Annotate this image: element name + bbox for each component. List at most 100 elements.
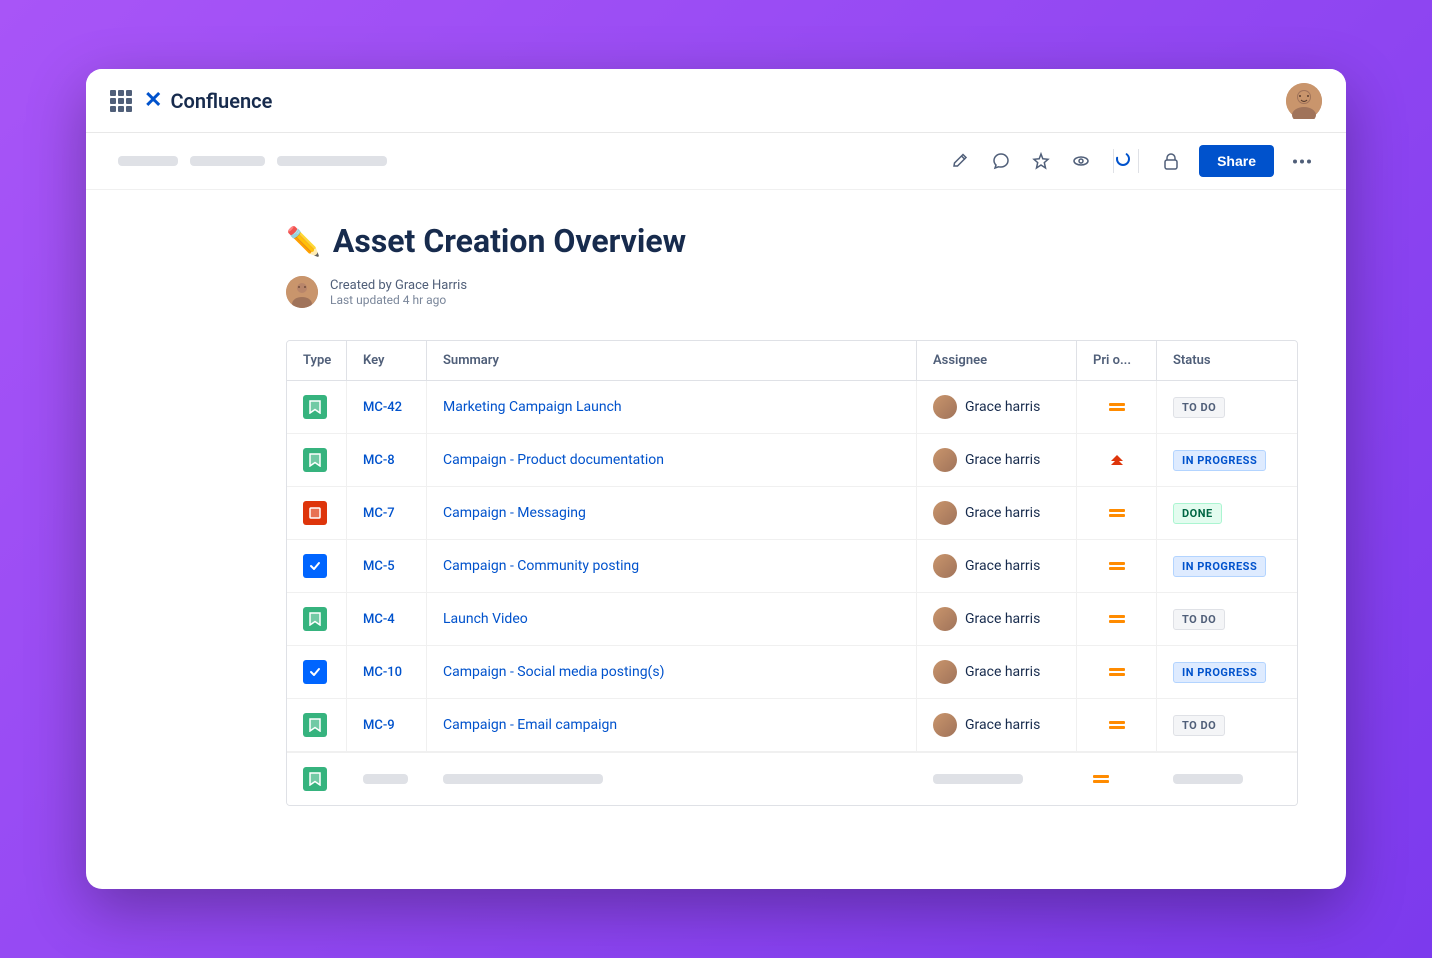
- row-assignee-mc5: Grace harris: [917, 540, 1077, 592]
- assignee-avatar: [933, 554, 957, 578]
- confluence-logo[interactable]: ✕ Confluence: [144, 88, 272, 113]
- row-status-mc7: DONE: [1157, 487, 1297, 539]
- row-priority-mc7: [1077, 487, 1157, 539]
- row-type-mc8: [287, 434, 347, 486]
- row-assignee-mc7: Grace harris: [917, 487, 1077, 539]
- table-row: MC-42 Marketing Campaign Launch Grace ha…: [287, 381, 1297, 434]
- row-key-mc5[interactable]: MC-5: [347, 540, 427, 592]
- jira-table: Type Key Summary Assignee Pri o... Statu…: [286, 340, 1298, 806]
- row-priority-mc4: [1077, 593, 1157, 645]
- toolbar-divider-loading: [1113, 149, 1114, 173]
- type-stop-icon: [303, 501, 327, 525]
- row-status-mc5: IN PROGRESS: [1157, 540, 1297, 592]
- assignee-avatar: [933, 501, 957, 525]
- row-summary-mc9[interactable]: Campaign - Email campaign: [427, 699, 917, 751]
- col-header-summary: Summary: [427, 341, 917, 380]
- last-updated: Last updated 4 hr ago: [330, 293, 467, 307]
- share-button[interactable]: Share: [1199, 145, 1274, 177]
- type-bookmark-icon: [303, 448, 327, 472]
- type-bookmark-icon: [303, 607, 327, 631]
- row-assignee-mc42: Grace harris: [917, 381, 1077, 433]
- page-content: ✏️ Asset Creation Overview Created by Gr…: [86, 190, 1346, 838]
- row-summary-mc5[interactable]: Campaign - Community posting: [427, 540, 917, 592]
- type-bookmark-icon: [303, 767, 327, 791]
- type-check-icon: [303, 660, 327, 684]
- page-title-area: ✏️ Asset Creation Overview: [286, 222, 1298, 260]
- row-status-mc4: TO DO: [1157, 593, 1297, 645]
- row-key-mc42[interactable]: MC-42: [347, 381, 427, 433]
- table-row: MC-7 Campaign - Messaging Grace harris D…: [287, 487, 1297, 540]
- table-row: MC-5 Campaign - Community posting Grace …: [287, 540, 1297, 593]
- type-check-icon: [303, 554, 327, 578]
- row-type-mc9: [287, 699, 347, 751]
- row-summary-mc4[interactable]: Launch Video: [427, 593, 917, 645]
- row-type-mc10: [287, 646, 347, 698]
- table-row-truncated: [287, 752, 1297, 805]
- apps-grid-icon[interactable]: [110, 90, 132, 112]
- row-priority-mc9: [1077, 699, 1157, 751]
- confluence-name: Confluence: [170, 89, 272, 113]
- edit-icon[interactable]: [949, 149, 973, 173]
- col-header-assignee: Assignee: [917, 341, 1077, 380]
- col-header-key: Key: [347, 341, 427, 380]
- assignee-avatar: [933, 660, 957, 684]
- row-key-mc10[interactable]: MC-10: [347, 646, 427, 698]
- row-summary-mc7[interactable]: Campaign - Messaging: [427, 487, 917, 539]
- row-assignee-mc10: Grace harris: [917, 646, 1077, 698]
- nav-left: ✕ Confluence: [110, 88, 272, 113]
- toolbar-divider-1: [1138, 149, 1139, 173]
- row-type-mc4: [287, 593, 347, 645]
- row-key-mc8[interactable]: MC-8: [347, 434, 427, 486]
- user-avatar[interactable]: [1286, 83, 1322, 119]
- more-options-icon[interactable]: [1290, 149, 1314, 173]
- page-title: Asset Creation Overview: [333, 222, 686, 260]
- row-status-mc42: TO DO: [1157, 381, 1297, 433]
- page-meta-text: Created by Grace Harris Last updated 4 h…: [330, 278, 467, 307]
- row-key-mc7[interactable]: MC-7: [347, 487, 427, 539]
- row-type-mc42: [287, 381, 347, 433]
- table-row: MC-8 Campaign - Product documentation Gr…: [287, 434, 1297, 487]
- row-summary-mc10[interactable]: Campaign - Social media posting(s): [427, 646, 917, 698]
- row-priority-mc5: [1077, 540, 1157, 592]
- row-type-mc5: [287, 540, 347, 592]
- toolbar-icons: Share: [949, 145, 1314, 177]
- row-status-mc10: IN PROGRESS: [1157, 646, 1297, 698]
- breadcrumb-area: [118, 156, 937, 166]
- confluence-x-icon: ✕: [144, 88, 162, 113]
- row-summary-mc8[interactable]: Campaign - Product documentation: [427, 434, 917, 486]
- breadcrumb-2: [190, 156, 265, 166]
- row-priority-mc42: [1077, 381, 1157, 433]
- col-header-status: Status: [1157, 341, 1297, 380]
- page-meta: Created by Grace Harris Last updated 4 h…: [286, 276, 1298, 308]
- breadcrumb-1: [118, 156, 178, 166]
- row-type-mc7: [287, 487, 347, 539]
- assignee-avatar: [933, 607, 957, 631]
- table-row: MC-4 Launch Video Grace harris TO DO: [287, 593, 1297, 646]
- row-status-mc9: TO DO: [1157, 699, 1297, 751]
- table-row: MC-9 Campaign - Email campaign Grace har…: [287, 699, 1297, 752]
- row-key-mc9[interactable]: MC-9: [347, 699, 427, 751]
- row-assignee-mc4: Grace harris: [917, 593, 1077, 645]
- lock-icon[interactable]: [1159, 149, 1183, 173]
- nav-bar: ✕ Confluence: [86, 69, 1346, 133]
- breadcrumb-3: [277, 156, 387, 166]
- browser-window: ✕ Confluence: [86, 69, 1346, 889]
- row-priority-mc8: [1077, 434, 1157, 486]
- assignee-avatar: [933, 448, 957, 472]
- col-header-priority: Pri o...: [1077, 341, 1157, 380]
- comment-icon[interactable]: [989, 149, 1013, 173]
- page-emoji: ✏️: [286, 225, 321, 258]
- author-avatar: [286, 276, 318, 308]
- table-header: Type Key Summary Assignee Pri o... Statu…: [287, 341, 1297, 381]
- row-summary-mc42[interactable]: Marketing Campaign Launch: [427, 381, 917, 433]
- nav-right: [1286, 83, 1322, 119]
- row-status-mc8: IN PROGRESS: [1157, 434, 1297, 486]
- assignee-avatar: [933, 395, 957, 419]
- watch-icon[interactable]: [1069, 149, 1093, 173]
- assignee-avatar: [933, 713, 957, 737]
- col-header-type: Type: [287, 341, 347, 380]
- row-key-mc4[interactable]: MC-4: [347, 593, 427, 645]
- type-bookmark-icon: [303, 713, 327, 737]
- table-row: MC-10 Campaign - Social media posting(s)…: [287, 646, 1297, 699]
- star-icon[interactable]: [1029, 149, 1053, 173]
